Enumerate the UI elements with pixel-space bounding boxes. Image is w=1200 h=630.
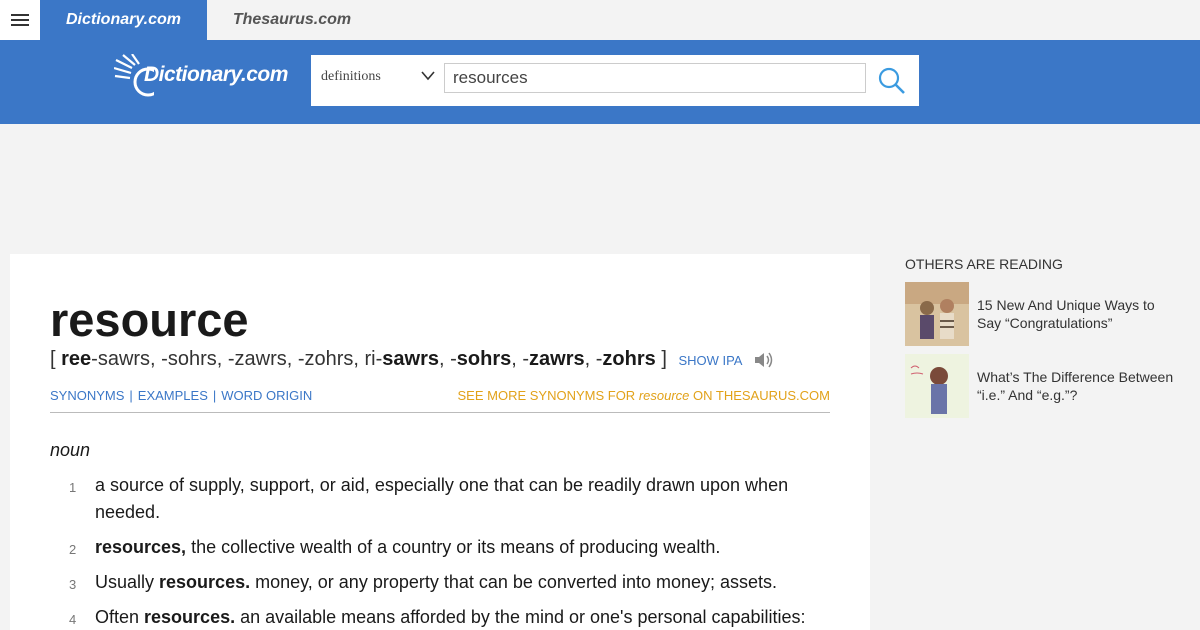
link-separator: | <box>212 388 217 403</box>
pron-bold-3: sohrs <box>456 348 512 370</box>
definition-item: 2 resources, the collective wealth of a … <box>50 534 810 561</box>
part-of-speech: noun <box>50 440 91 460</box>
show-ipa-link[interactable]: SHOW IPA <box>678 353 742 368</box>
sidebar-article-link[interactable]: What’s The Difference Between “i.e.” And… <box>905 354 1185 418</box>
definition-text: an available means afforded by the mind … <box>235 607 806 627</box>
see-more-word: resource <box>638 388 690 403</box>
hamburger-menu-icon[interactable] <box>0 0 40 40</box>
definition-lead: resources. <box>159 572 251 592</box>
definition-number: 3 <box>69 577 77 592</box>
pron-rest-2: , - <box>439 348 457 370</box>
definition-number: 1 <box>69 480 77 495</box>
synonyms-link[interactable]: SYNONYMS <box>50 388 124 403</box>
pron-rest-3: , - <box>511 348 530 370</box>
pron-bold-2: sawrs <box>382 348 439 370</box>
headword: resource <box>50 293 249 346</box>
pron-rest-4: , - <box>584 348 603 370</box>
definition-prefix: Often <box>95 607 145 627</box>
see-more-prefix: SEE MORE SYNONYMS FOR <box>457 388 639 403</box>
entry-card: resource [ ree-sawrs, -sohrs, -zawrs, -z… <box>10 254 870 630</box>
search-bar: definitions <box>311 55 919 106</box>
pron-close-bracket: ] <box>661 348 667 370</box>
site-header: Dictionary.com definitions <box>0 40 1200 124</box>
search-icon[interactable] <box>877 66 907 96</box>
article-title: What’s The Difference Between “i.e.” And… <box>977 369 1174 403</box>
article-title: 15 New And Unique Ways to Say “Congratul… <box>977 297 1155 331</box>
entry-links: SYNONYMS | EXAMPLES | WORD ORIGIN <box>50 388 312 403</box>
word-origin-link[interactable]: WORD ORIGIN <box>221 388 312 403</box>
search-input[interactable] <box>444 63 866 93</box>
definition-number: 4 <box>69 612 77 627</box>
sidebar-title: OTHERS ARE READING <box>905 256 1063 272</box>
see-more-synonyms-link[interactable]: SEE MORE SYNONYMS FOR resource ON THESAU… <box>458 388 831 403</box>
pron-bold-1: ree <box>61 348 92 370</box>
article-thumbnail <box>905 354 969 418</box>
definition-item: 1 a source of supply, support, or aid, e… <box>50 472 810 526</box>
definition-text: money, or any property that can be conve… <box>250 572 778 592</box>
definition-lead: resources, <box>95 537 187 557</box>
definitions-list: 1 a source of supply, support, or aid, e… <box>50 472 810 630</box>
definition-text: the collective wealth of a country or it… <box>186 537 721 557</box>
definition-item: 3 Usually resources. money, or any prope… <box>50 569 810 596</box>
top-tab-bar: Dictionary.com Thesaurus.com <box>0 0 1200 40</box>
site-logo[interactable]: Dictionary.com <box>114 54 294 98</box>
see-more-suffix: ON THESAURUS.COM <box>689 388 830 403</box>
article-thumbnail <box>905 282 969 346</box>
pron-open-bracket: [ <box>50 348 56 370</box>
pron-rest-1: -sawrs, -sohrs, -zawrs, -zohrs, ri- <box>91 348 383 370</box>
definition-lead: resources. <box>144 607 236 627</box>
sidebar-article-link[interactable]: 15 New And Unique Ways to Say “Congratul… <box>905 282 1185 346</box>
chevron-down-icon[interactable] <box>421 71 435 81</box>
link-separator: | <box>129 388 133 403</box>
pron-bold-5: zohrs <box>602 348 656 370</box>
pronunciation: [ ree-sawrs, -sohrs, -zawrs, -zohrs, ri-… <box>50 348 776 371</box>
definition-prefix: Usually <box>95 572 160 592</box>
definition-text: a source of supply, support, or aid, esp… <box>95 475 789 522</box>
tab-thesaurus[interactable]: Thesaurus.com <box>207 0 377 40</box>
tab-dictionary[interactable]: Dictionary.com <box>40 0 207 40</box>
definition-number: 2 <box>69 542 77 557</box>
divider <box>50 412 830 413</box>
speaker-icon[interactable] <box>754 350 776 370</box>
definition-item: 4 Often resources. an available means af… <box>50 604 810 630</box>
logo-text: Dictionary.com <box>144 63 288 86</box>
examples-link[interactable]: EXAMPLES <box>138 388 208 403</box>
pron-bold-4: zawrs <box>529 348 585 370</box>
